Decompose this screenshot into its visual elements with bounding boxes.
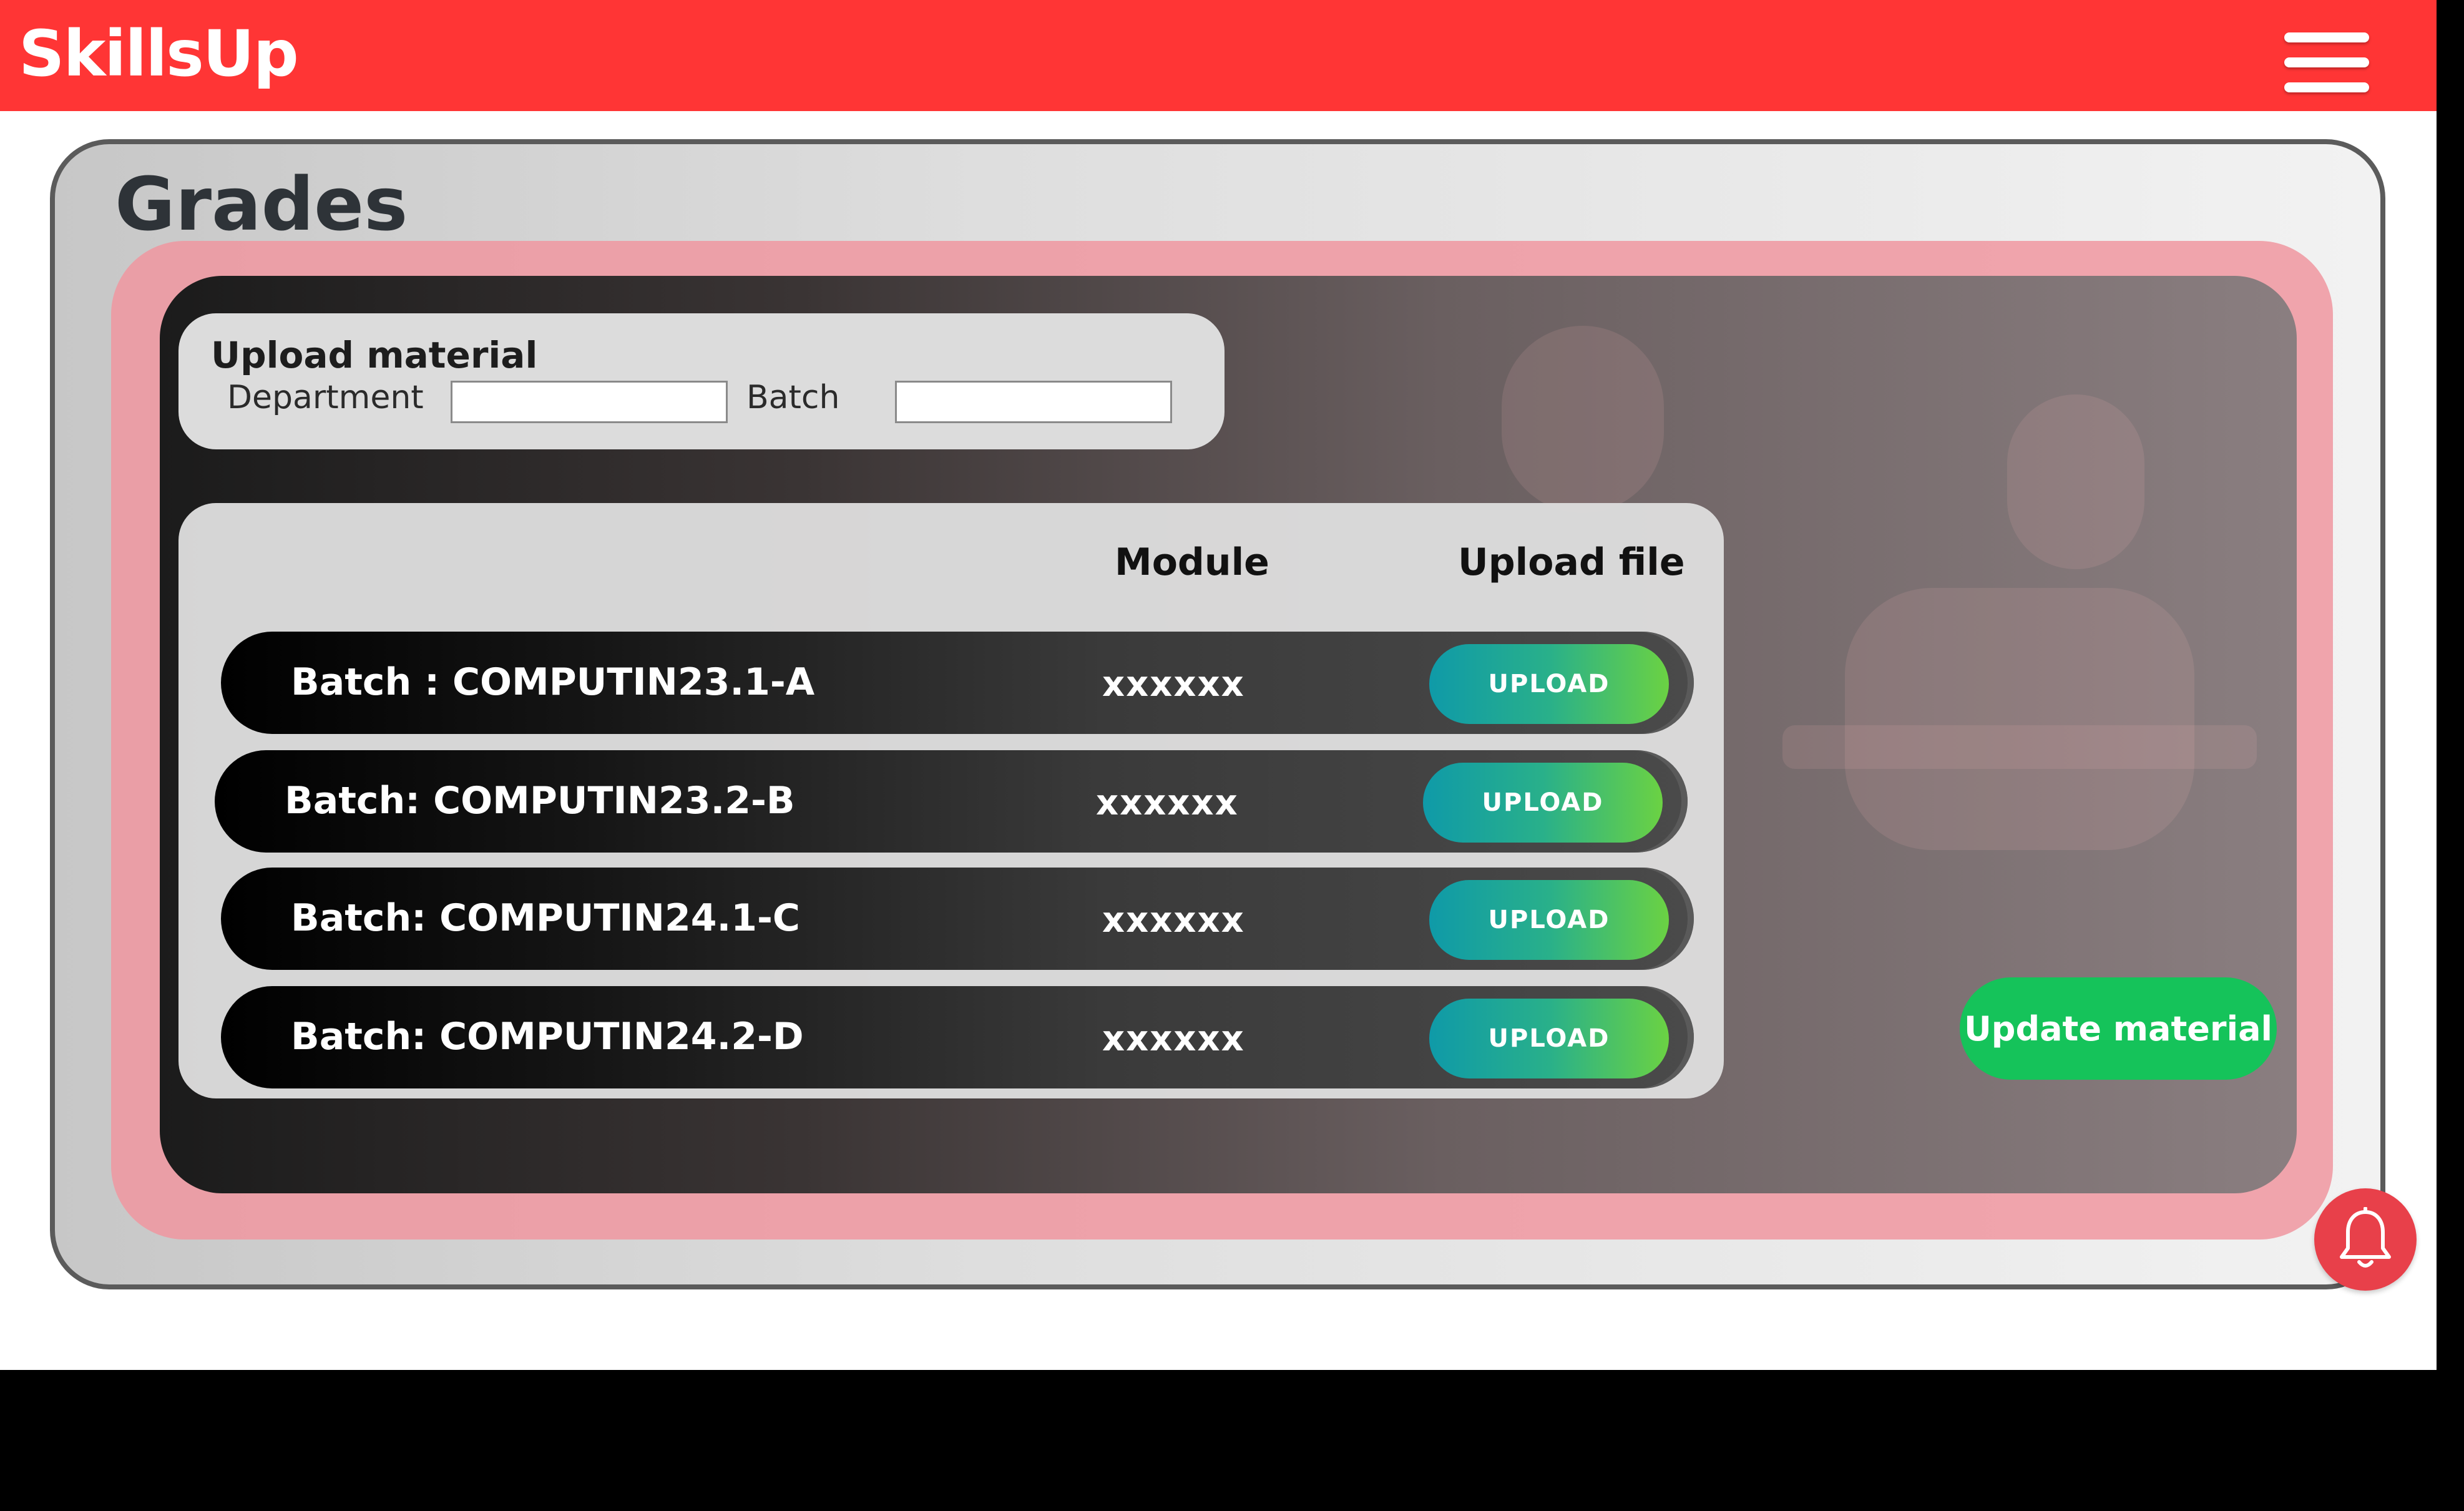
upload-material-card: Upload material Department Batch [178, 313, 1225, 449]
content-background: Upload material Department Batch Module … [111, 241, 2333, 1240]
module-name: xxxxxx [1102, 1019, 1245, 1059]
table-row: Batch: COMPUTIN24.2-D xxxxxx UPLOAD [221, 986, 1694, 1088]
content-panel: Upload material Department Batch Module … [160, 276, 2297, 1193]
upload-button[interactable]: UPLOAD [1429, 999, 1669, 1078]
batch-name: Batch: COMPUTIN24.1-C [291, 896, 800, 940]
table-row: Batch: COMPUTIN23.2-B xxxxxx UPLOAD [215, 750, 1688, 853]
batch-label: Batch [746, 379, 840, 416]
menu-bar [2284, 32, 2369, 42]
hamburger-menu-icon[interactable] [2284, 30, 2369, 95]
module-name: xxxxxx [1102, 664, 1245, 705]
menu-bar [2284, 82, 2369, 92]
department-input[interactable] [451, 381, 728, 423]
background-illustration [1845, 588, 2194, 850]
brand-logo[interactable]: SkillsUp [19, 14, 299, 95]
upload-button[interactable]: UPLOAD [1429, 880, 1669, 960]
background-illustration [1502, 326, 1664, 513]
grades-frame: Grades Upload material Department Batch … [50, 139, 2385, 1289]
column-header-module: Module [1115, 540, 1269, 584]
batch-input[interactable] [895, 381, 1172, 423]
upload-button[interactable]: UPLOAD [1423, 763, 1663, 843]
table-row: Batch: COMPUTIN24.1-C xxxxxx UPLOAD [221, 868, 1694, 970]
column-header-upload: Upload file [1458, 540, 1685, 584]
batch-name: Batch : COMPUTIN23.1-A [291, 660, 815, 704]
batch-table: Module Upload file Batch : COMPUTIN23.1-… [178, 503, 1724, 1098]
batch-name: Batch: COMPUTIN24.2-D [291, 1015, 804, 1059]
app-window: SkillsUp Grades Upload material Departme… [0, 0, 2437, 1370]
background-illustration [2007, 394, 2144, 569]
top-bar: SkillsUp [0, 0, 2437, 111]
table-row: Batch : COMPUTIN23.1-A xxxxxx UPLOAD [221, 632, 1694, 734]
module-name: xxxxxx [1102, 900, 1245, 941]
menu-bar [2284, 57, 2369, 67]
update-material-button[interactable]: Update material [1960, 977, 2277, 1080]
notification-button[interactable] [2314, 1188, 2417, 1291]
upload-button[interactable]: UPLOAD [1429, 644, 1669, 724]
bell-icon [2340, 1207, 2391, 1268]
department-label: Department [227, 379, 424, 416]
batch-name: Batch: COMPUTIN23.2-B [285, 779, 795, 823]
module-name: xxxxxx [1096, 783, 1239, 823]
